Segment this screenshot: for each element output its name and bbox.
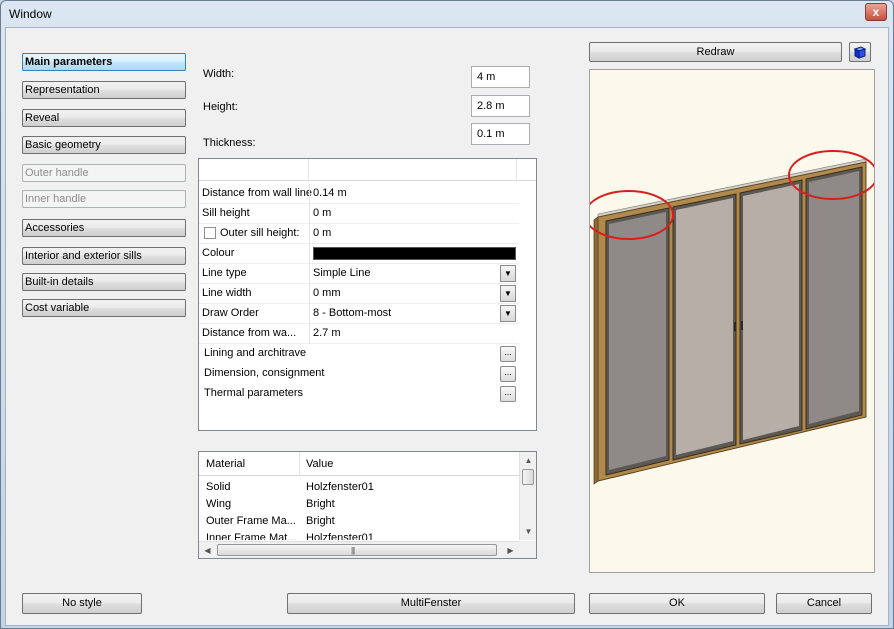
multifenster-button[interactable]: MultiFenster	[287, 593, 575, 614]
cancel-button[interactable]: Cancel	[776, 593, 872, 614]
nav-interior-exterior-sills[interactable]: Interior and exterior sills	[22, 247, 186, 265]
property-label: Distance from wall line	[202, 187, 313, 199]
window-render	[584, 150, 878, 485]
scroll-right-icon[interactable]: ▶	[502, 542, 519, 559]
width-label: Width:	[203, 68, 235, 80]
close-button[interactable]: x	[865, 3, 887, 21]
nav-representation[interactable]: Representation	[22, 81, 186, 99]
property-value[interactable]: 0 m	[313, 227, 331, 239]
property-row[interactable]: Lining and architrave ...	[199, 344, 519, 364]
dialog-body: Main parameters Representation Reveal Ba…	[5, 27, 889, 626]
thermal-ellipsis-button[interactable]: ...	[500, 386, 516, 402]
nav-inner-handle: Inner handle	[22, 190, 186, 208]
property-row[interactable]: Outer sill height: 0 m	[199, 224, 519, 244]
property-label: Draw Order	[202, 307, 259, 319]
property-label: Distance from wa...	[202, 327, 297, 339]
property-label: Lining and architrave	[204, 347, 307, 359]
property-value[interactable]: 0.14 m	[313, 187, 347, 199]
nav-reveal[interactable]: Reveal	[22, 109, 186, 127]
colour-swatch[interactable]	[313, 247, 516, 260]
material-value: Bright	[306, 515, 335, 527]
outer-sill-checkbox[interactable]	[204, 227, 216, 239]
property-row[interactable]: Sill height 0 m	[199, 204, 519, 224]
scroll-thumb[interactable]: |||	[217, 544, 497, 556]
window-title: Window	[9, 7, 52, 21]
lining-ellipsis-button[interactable]: ...	[500, 346, 516, 362]
property-value[interactable]: 0 m	[313, 207, 331, 219]
nav-built-in-details[interactable]: Built-in details	[22, 273, 186, 291]
window-frame: Window x Main parameters Representation …	[0, 0, 894, 629]
view-mode-button[interactable]	[849, 42, 871, 62]
materials-vertical-scrollbar[interactable]: ▲ ▼	[519, 452, 536, 540]
chevron-down-icon[interactable]: ▼	[500, 305, 516, 322]
scroll-down-icon[interactable]: ▼	[520, 523, 537, 540]
property-row[interactable]: Dimension, consignment ...	[199, 364, 519, 384]
material-row[interactable]: Solid Holzfenster01	[199, 479, 519, 496]
material-value: Bright	[306, 498, 335, 510]
height-label: Height:	[203, 101, 238, 113]
window-3d-preview[interactable]	[584, 69, 878, 573]
no-style-button[interactable]: No style	[22, 593, 142, 614]
height-field[interactable]: 2.8 m	[471, 95, 530, 117]
materials-list: Material Value Solid Holzfenster01 Wing …	[198, 451, 537, 559]
draw-order-select[interactable]: 8 - Bottom-most	[313, 307, 391, 319]
property-header-col2	[309, 159, 517, 181]
material-name: Solid	[206, 481, 231, 493]
scroll-thumb[interactable]	[522, 469, 534, 485]
material-row[interactable]: Wing Bright	[199, 496, 519, 513]
thickness-field[interactable]: 0.1 m	[471, 123, 530, 145]
property-row[interactable]: Line width 0 mm ▼	[199, 284, 519, 304]
nav-basic-geometry[interactable]: Basic geometry	[22, 136, 186, 154]
property-value[interactable]: 2.7 m	[313, 327, 341, 339]
property-label: Thermal parameters	[204, 387, 304, 399]
material-value: Holzfenster01	[306, 481, 374, 493]
material-name: Inner Frame Mat...	[206, 532, 297, 540]
line-type-select[interactable]: Simple Line	[313, 267, 370, 279]
materials-header: Material Value	[199, 452, 519, 476]
property-label: Dimension, consignment	[204, 367, 325, 379]
nav-outer-handle: Outer handle	[22, 164, 186, 182]
materials-horizontal-scrollbar[interactable]: ◀ ||| ▶	[199, 541, 519, 558]
property-header-col1	[199, 159, 309, 181]
property-row[interactable]: Distance from wall line 0.14 m	[199, 184, 519, 204]
title-bar[interactable]: Window x	[1, 1, 893, 27]
nav-main-parameters[interactable]: Main parameters	[22, 53, 186, 71]
property-grid-header	[199, 159, 536, 181]
material-value: Holzfenster01	[306, 532, 374, 540]
thickness-label: Thickness:	[203, 137, 256, 149]
cube-view-icon	[853, 46, 867, 61]
property-label: Line type	[202, 267, 247, 279]
property-row[interactable]: Thermal parameters ...	[199, 384, 519, 404]
nav-cost-variable[interactable]: Cost variable	[22, 299, 186, 317]
nav-accessories[interactable]: Accessories	[22, 219, 186, 237]
line-width-select[interactable]: 0 mm	[313, 287, 341, 299]
dimension-ellipsis-button[interactable]: ...	[500, 366, 516, 382]
property-label: Colour	[202, 247, 235, 259]
ok-button[interactable]: OK	[589, 593, 765, 614]
material-name: Wing	[206, 498, 232, 510]
value-column-header[interactable]: Value	[306, 458, 333, 470]
property-label: Sill height	[202, 207, 250, 219]
material-name: Outer Frame Ma...	[206, 515, 296, 527]
chevron-down-icon[interactable]: ▼	[500, 265, 516, 282]
property-grid: Distance from wall line 0.14 m Sill heig…	[198, 158, 537, 431]
close-icon: x	[872, 5, 880, 19]
property-row[interactable]: Line type Simple Line ▼	[199, 264, 519, 284]
chevron-down-icon[interactable]: ▼	[500, 285, 516, 302]
scroll-left-icon[interactable]: ◀	[199, 542, 216, 559]
property-row[interactable]: Draw Order 8 - Bottom-most ▼	[199, 304, 519, 324]
material-row[interactable]: Outer Frame Ma... Bright	[199, 513, 519, 530]
property-row[interactable]: Colour	[199, 244, 519, 264]
property-label: Line width	[202, 287, 252, 299]
property-label: Outer sill height:	[220, 227, 300, 239]
redraw-button[interactable]: Redraw	[589, 42, 842, 62]
width-field[interactable]: 4 m	[471, 66, 530, 88]
material-column-header[interactable]: Material	[206, 458, 245, 470]
property-row[interactable]: Distance from wa... 2.7 m	[199, 324, 519, 344]
scroll-up-icon[interactable]: ▲	[520, 452, 537, 469]
material-row[interactable]: Inner Frame Mat... Holzfenster01	[199, 530, 519, 540]
